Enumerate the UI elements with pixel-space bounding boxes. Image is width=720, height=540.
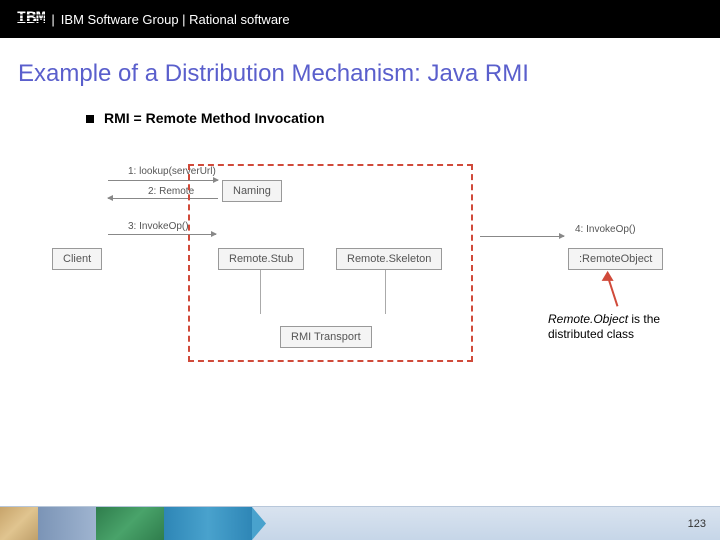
slide-title: Example of a Distribution Mechanism: Jav…	[0, 38, 720, 96]
ibm-logo: IBM	[16, 9, 45, 29]
footer-tile-1	[0, 507, 38, 540]
bullet-text: RMI = Remote Method Invocation	[104, 110, 325, 126]
footer-tile-2	[38, 507, 96, 540]
header-text: IBM Software Group | Rational software	[61, 12, 290, 27]
diagram: 1: lookup(serverUrl) 2: Remote Naming Cl…	[0, 136, 720, 396]
annotation-text: Remote.Object is the distributed class	[548, 312, 698, 342]
msg-4: 4: InvokeOp()	[575, 224, 636, 235]
footer: 123	[0, 506, 720, 540]
arrow-invoke4	[480, 236, 564, 237]
footer-graphics	[0, 507, 270, 540]
annotation-italic: Remote.Object	[548, 312, 628, 326]
footer-tile-3	[96, 507, 164, 540]
dashed-container	[188, 164, 473, 362]
header-separator: |	[51, 12, 54, 27]
box-remote-object: :RemoteObject	[568, 248, 663, 270]
box-client: Client	[52, 248, 102, 270]
page-number: 123	[688, 518, 706, 530]
header-bar: IBM | IBM Software Group | Rational soft…	[0, 0, 720, 38]
bullet-icon	[86, 115, 94, 123]
annotation-arrow	[606, 274, 618, 307]
bullet-row: RMI = Remote Method Invocation	[0, 96, 720, 136]
msg-3: 3: InvokeOp()	[128, 221, 189, 232]
footer-tile-4	[164, 507, 252, 540]
